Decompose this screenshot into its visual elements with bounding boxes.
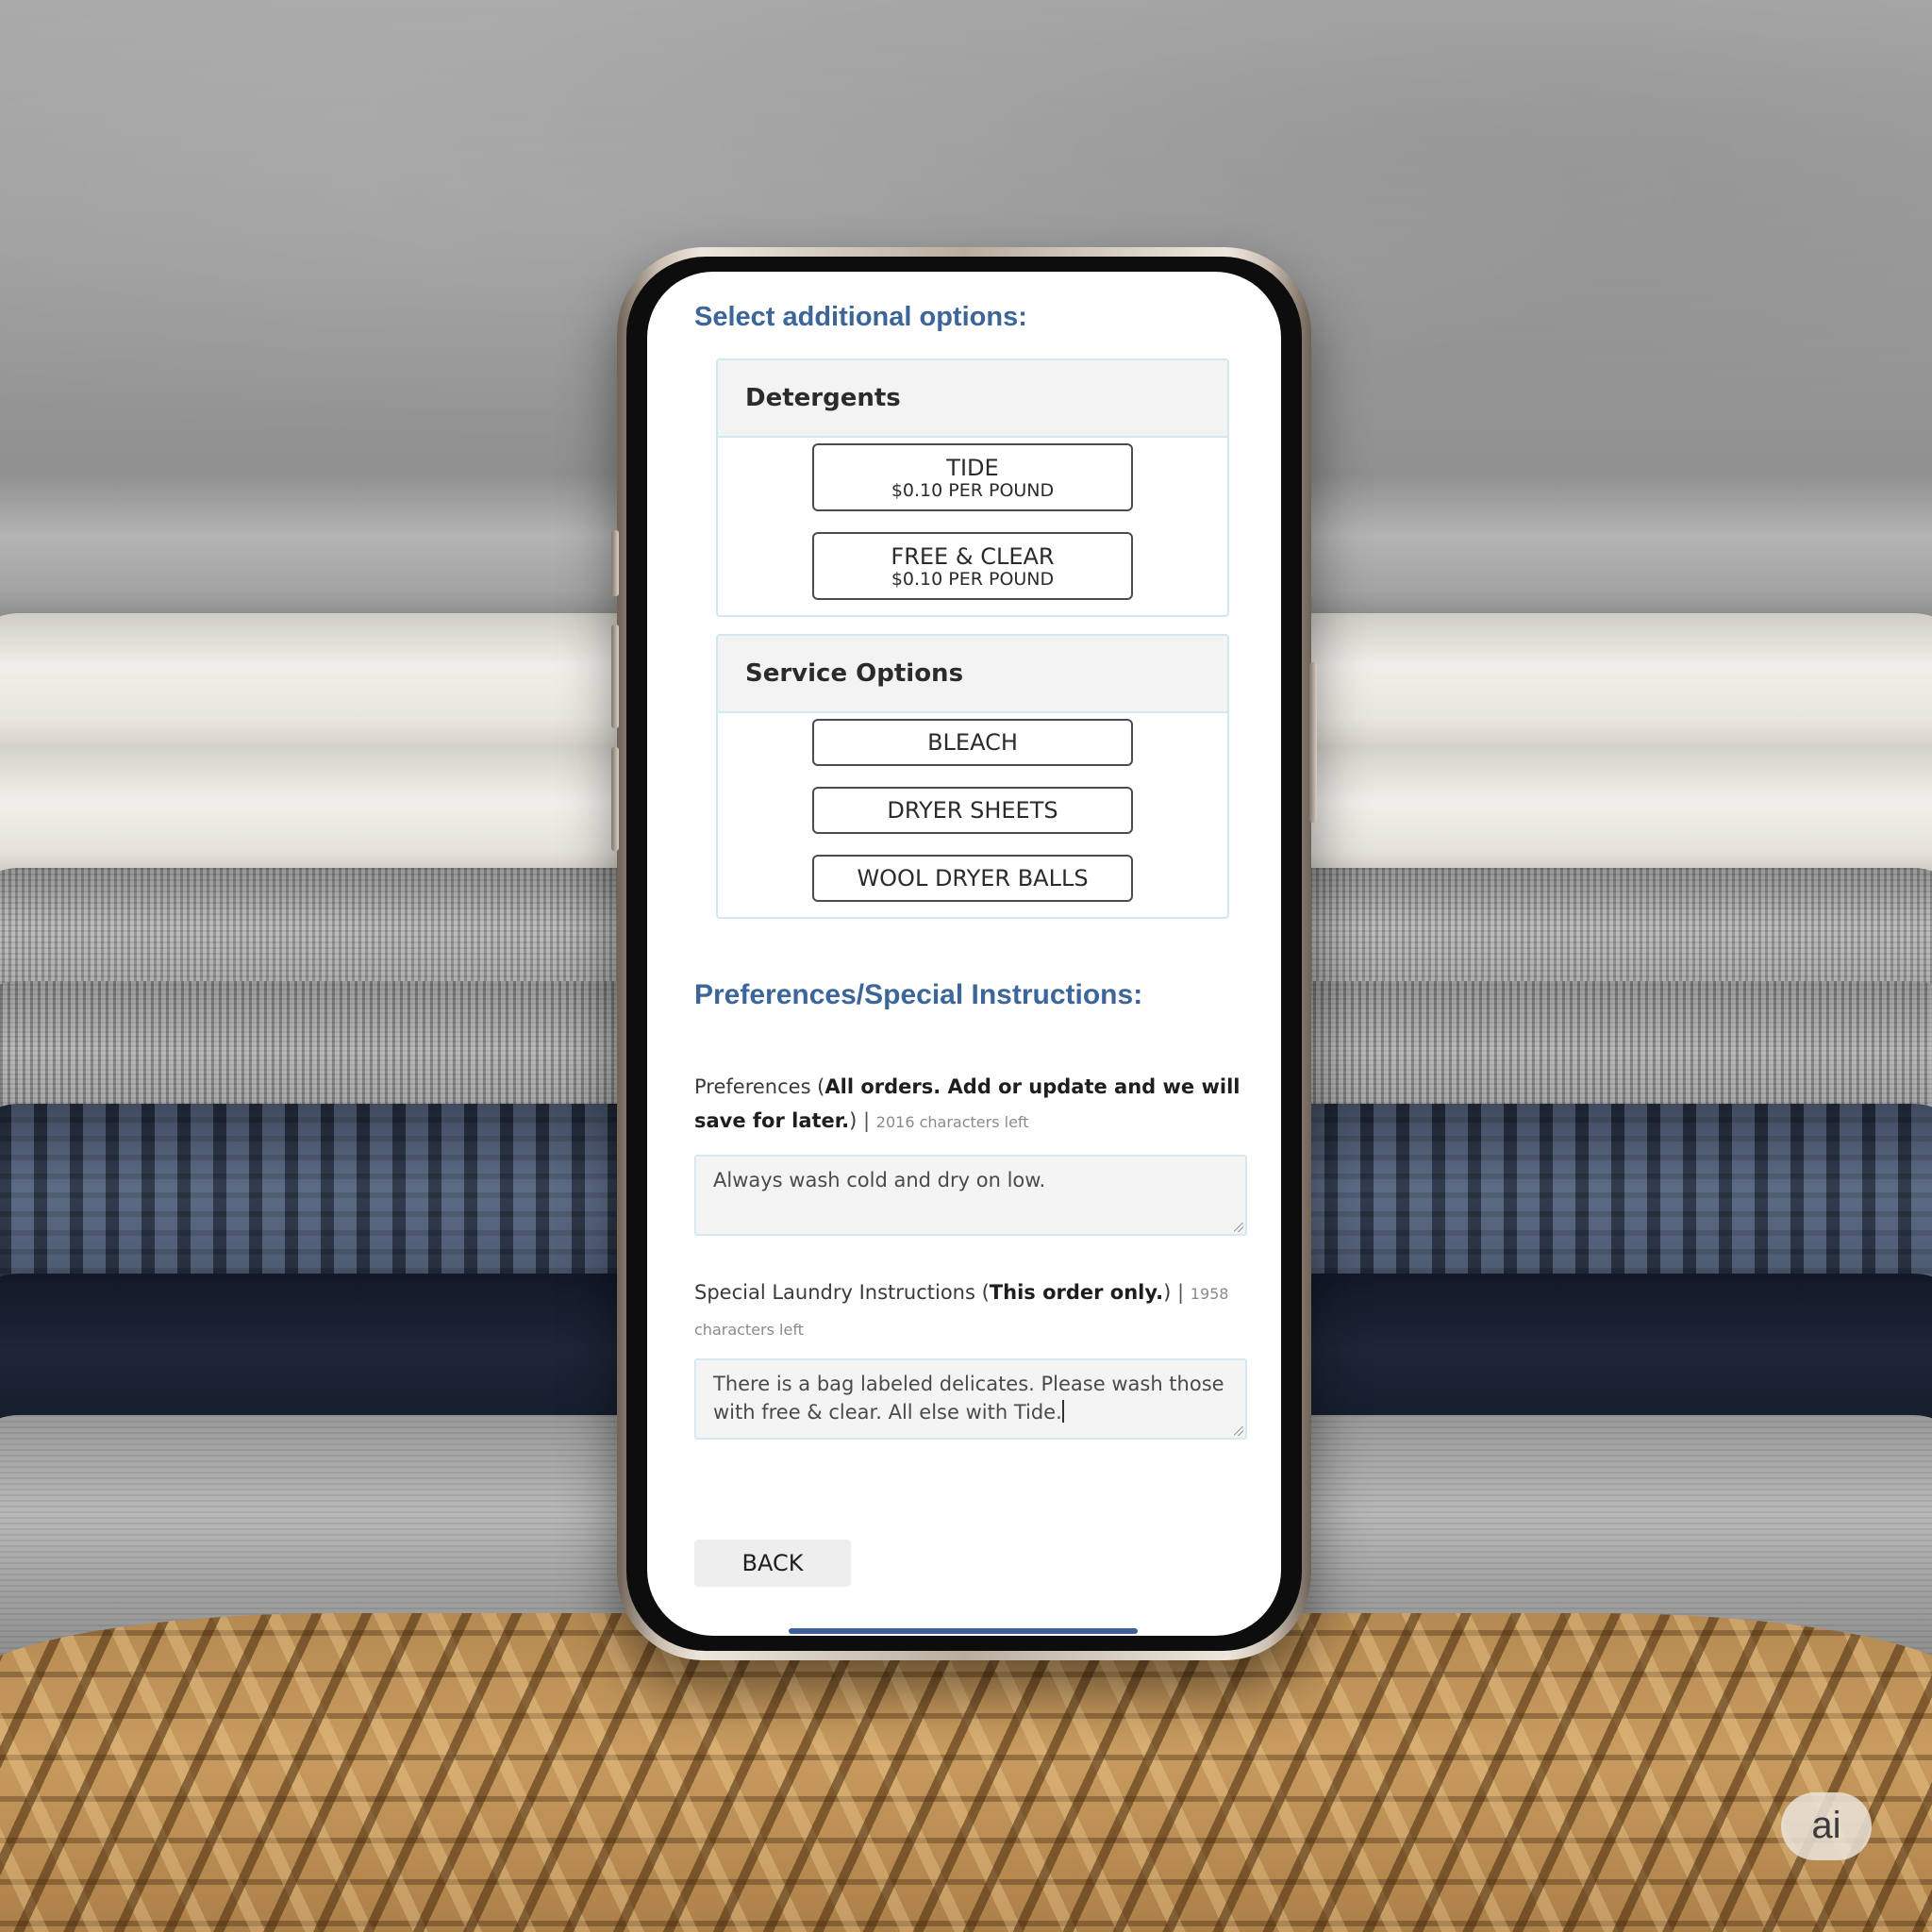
phone-volume-down-button	[611, 747, 619, 851]
special-label-prefix: Special Laundry Instructions (	[694, 1281, 990, 1304]
detergents-panel-body: TIDE $0.10 PER POUND FREE & CLEAR $0.10 …	[718, 438, 1227, 621]
preferences-textarea[interactable]: Always wash cold and dry on low.	[694, 1155, 1247, 1236]
phone-power-button	[1309, 662, 1317, 823]
preferences-label-prefix: Preferences (	[694, 1075, 825, 1098]
preferences-char-count: 2016 characters left	[875, 1113, 1029, 1131]
wool-dryer-balls-button[interactable]: WOOL DRYER BALLS	[812, 855, 1133, 902]
preferences-label: Preferences (All orders. Add or update a…	[694, 1070, 1251, 1140]
preferences-text: Always wash cold and dry on low.	[713, 1169, 1046, 1191]
special-instructions-textarea[interactable]: There is a bag labeled delicates. Please…	[694, 1358, 1247, 1440]
wicker-basket	[0, 1613, 1932, 1932]
option-name: FREE & CLEAR	[891, 543, 1055, 570]
resize-handle-icon[interactable]	[1234, 1426, 1243, 1436]
phone-silent-switch	[611, 530, 619, 596]
special-instructions-text: There is a bag labeled delicates. Please…	[713, 1373, 1224, 1424]
special-label-bold: This order only.	[989, 1281, 1164, 1304]
special-instructions-label: Special Laundry Instructions (This order…	[694, 1275, 1251, 1347]
detergents-panel-title: Detergents	[718, 360, 1227, 438]
tide-button[interactable]: TIDE $0.10 PER POUND	[812, 443, 1133, 511]
ai-badge: ai	[1781, 1792, 1872, 1860]
options-heading: Select additional options:	[694, 302, 1027, 332]
label-separator: |	[857, 1109, 876, 1132]
option-price: $0.10 PER POUND	[891, 480, 1055, 501]
label-separator: |	[1171, 1281, 1191, 1304]
home-indicator[interactable]	[789, 1628, 1138, 1634]
service-options-panel-title: Service Options	[718, 636, 1227, 713]
service-options-panel-body: BLEACH DRYER SHEETS WOOL DRYER BALLS	[718, 713, 1227, 923]
phone-screen: Select additional options: Detergents TI…	[647, 272, 1281, 1636]
phone-volume-up-button	[611, 625, 619, 728]
preferences-heading: Preferences/Special Instructions:	[694, 979, 1143, 1010]
option-price: $0.10 PER POUND	[891, 569, 1055, 590]
service-options-panel: Service Options BLEACH DRYER SHEETS WOOL…	[716, 634, 1229, 919]
back-button[interactable]: BACK	[694, 1540, 851, 1587]
free-and-clear-button[interactable]: FREE & CLEAR $0.10 PER POUND	[812, 532, 1133, 600]
bleach-button[interactable]: BLEACH	[812, 719, 1133, 766]
option-name: TIDE	[946, 455, 999, 481]
phone-device: Select additional options: Detergents TI…	[611, 247, 1317, 1660]
detergents-panel: Detergents TIDE $0.10 PER POUND FREE & C…	[716, 358, 1229, 617]
text-cursor	[1061, 1400, 1064, 1423]
resize-handle-icon[interactable]	[1234, 1223, 1243, 1232]
dryer-sheets-button[interactable]: DRYER SHEETS	[812, 787, 1133, 834]
